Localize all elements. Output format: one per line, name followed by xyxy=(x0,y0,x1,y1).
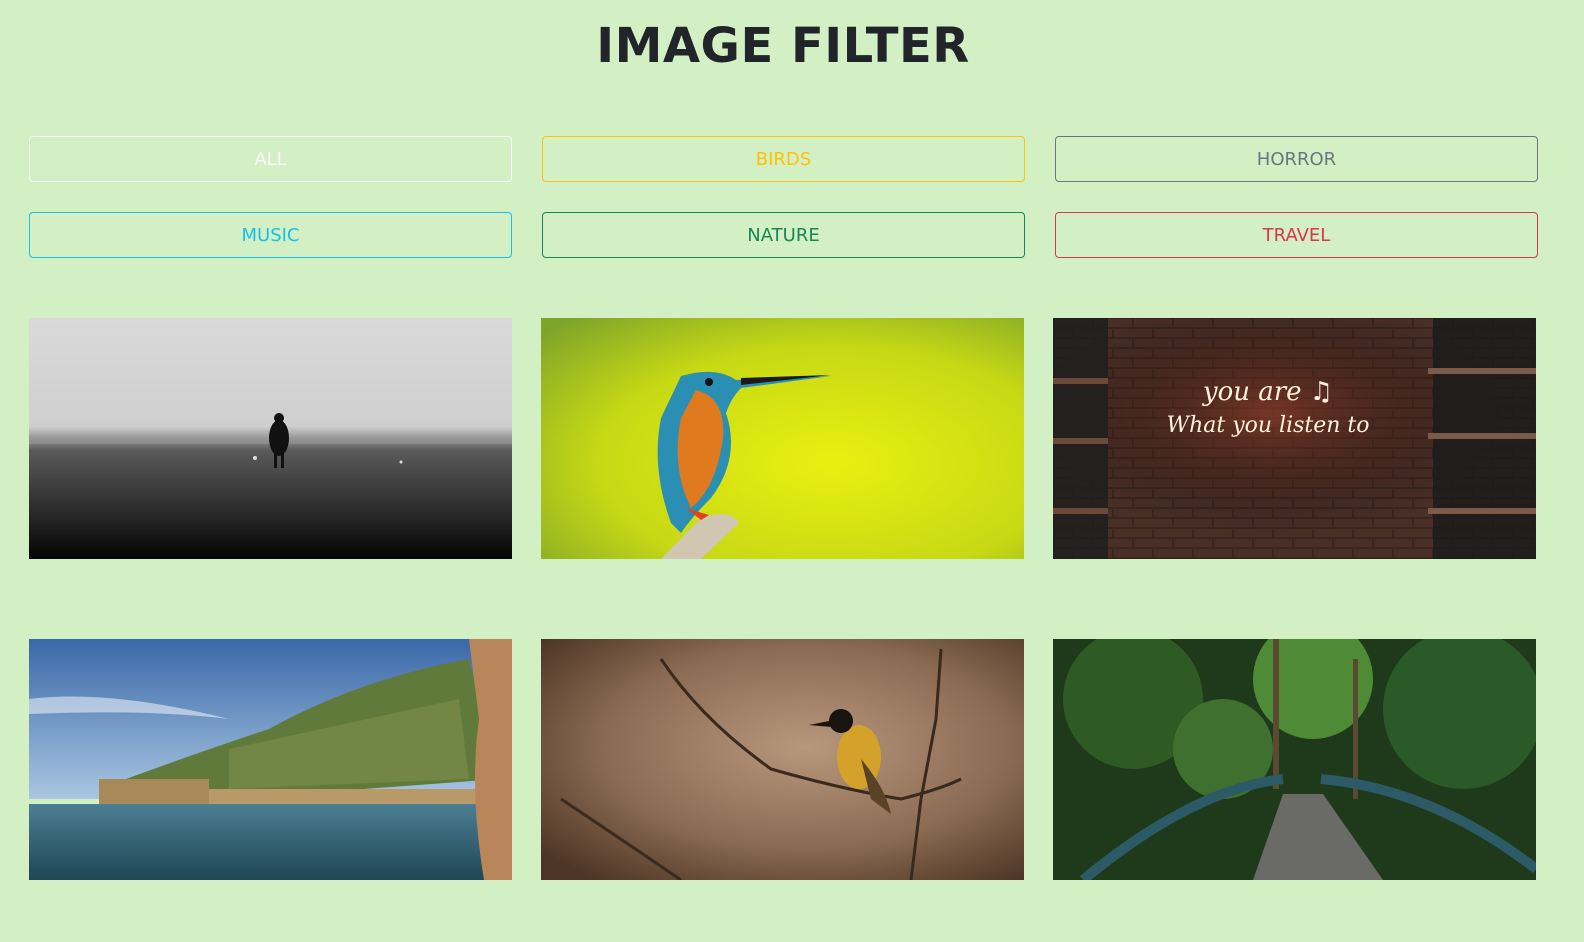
gallery-image-horror[interactable] xyxy=(29,318,512,559)
neon-text-line1: you are ♫ xyxy=(1202,377,1333,407)
weaver-bird-image xyxy=(541,639,1024,880)
filter-all-button[interactable]: ALL xyxy=(29,136,512,182)
gallery-image-music[interactable]: you are ♫ What you listen to xyxy=(1053,318,1536,559)
gallery-image-travel[interactable] xyxy=(29,639,512,880)
page-title: IMAGE FILTER xyxy=(596,18,970,74)
filter-buttons: ALL BIRDS HORROR MUSIC NATURE TRAVEL xyxy=(29,136,1538,258)
filter-nature-button[interactable]: NATURE xyxy=(542,212,1025,258)
neon-text-line2: What you listen to xyxy=(1166,413,1369,438)
coastal-castle-image xyxy=(29,639,512,880)
filter-music-button[interactable]: MUSIC xyxy=(29,212,512,258)
image-gallery: you are ♫ What you listen to xyxy=(29,318,1536,880)
figure-in-fog-image xyxy=(29,318,512,559)
filter-birds-button[interactable]: BIRDS xyxy=(542,136,1025,182)
gallery-image-nature[interactable] xyxy=(1053,639,1536,880)
filter-travel-button[interactable]: TRAVEL xyxy=(1055,212,1538,258)
forest-bridge-image xyxy=(1053,639,1536,880)
neon-sign-image: you are ♫ What you listen to xyxy=(1053,318,1536,559)
kingfisher-image xyxy=(541,318,1024,559)
gallery-image-birds-2[interactable] xyxy=(541,639,1024,880)
gallery-image-birds[interactable] xyxy=(541,318,1024,559)
filter-horror-button[interactable]: HORROR xyxy=(1055,136,1538,182)
